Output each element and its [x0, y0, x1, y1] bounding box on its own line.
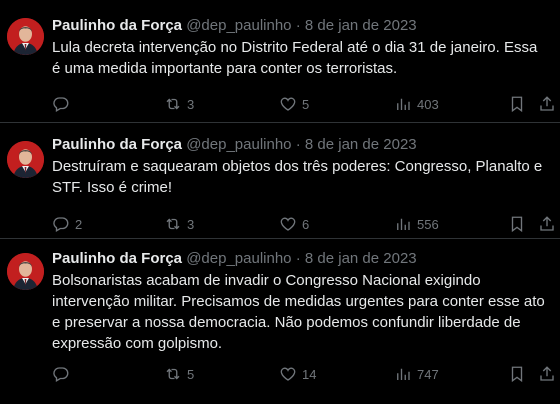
reply-button[interactable]	[52, 94, 75, 114]
tweet-date[interactable]: 8 de jan de 2023	[305, 136, 417, 153]
views-icon	[397, 218, 410, 230]
author-name[interactable]: Paulinho da Força	[52, 136, 182, 153]
like-count: 5	[302, 96, 310, 112]
like-button[interactable]: 6	[279, 214, 309, 234]
views-icon	[397, 98, 410, 110]
share-icon	[540, 216, 554, 231]
reply-icon	[53, 217, 69, 232]
tweet[interactable]: Paulinho da Força @dep_paulinho · 8 de j…	[0, 239, 560, 404]
avatar[interactable]	[7, 253, 44, 290]
tweet-text: Bolsonaristas acabam de invadir o Congre…	[52, 272, 545, 352]
tweet-body: Paulinho da Força @dep_paulinho · 8 de j…	[52, 135, 552, 198]
tweet-text: Destruíram e saquearam objetos dos três …	[52, 158, 543, 196]
bookmark-button[interactable]	[508, 94, 526, 114]
tweet-date[interactable]: 8 de jan de 2023	[305, 250, 417, 267]
bookmark-icon	[511, 96, 523, 113]
tweet-header: Paulinho da Força @dep_paulinho · 8 de j…	[52, 249, 552, 269]
views-button[interactable]: 403	[394, 94, 439, 114]
retweet-count: 3	[187, 96, 195, 112]
like-button[interactable]: 14	[279, 364, 316, 384]
header-separator: ·	[295, 17, 301, 34]
heart-icon	[280, 367, 296, 381]
tweet[interactable]: Paulinho da Força @dep_paulinho · 8 de j…	[0, 123, 560, 239]
retweet-icon	[166, 98, 180, 110]
reply-button[interactable]	[52, 364, 75, 384]
heart-icon	[280, 97, 296, 111]
reply-button[interactable]: 2	[52, 214, 82, 234]
share-icon	[540, 96, 554, 111]
tweet-actions: 3 5 403	[52, 94, 554, 114]
share-button[interactable]	[538, 214, 556, 234]
views-count: 403	[417, 96, 439, 112]
retweet-button[interactable]: 3	[164, 214, 194, 234]
tweet[interactable]: Paulinho da Força @dep_paulinho · 8 de j…	[0, 0, 560, 123]
share-icon	[540, 366, 554, 381]
author-handle[interactable]: @dep_paulinho	[186, 250, 291, 267]
tweet-feed: Paulinho da Força @dep_paulinho · 8 de j…	[0, 0, 560, 404]
retweet-icon	[166, 368, 180, 380]
bookmark-icon	[511, 216, 523, 233]
tweet-date[interactable]: 8 de jan de 2023	[305, 17, 417, 34]
author-handle[interactable]: @dep_paulinho	[186, 17, 291, 34]
author-name[interactable]: Paulinho da Força	[52, 17, 182, 34]
tweet-actions: 2 3 6 556	[52, 214, 554, 234]
tweet-header: Paulinho da Força @dep_paulinho · 8 de j…	[52, 16, 552, 36]
reply-count: 2	[75, 216, 83, 232]
tweet-actions: 5 14 747	[52, 364, 554, 384]
header-separator: ·	[295, 250, 301, 267]
views-button[interactable]: 556	[394, 214, 439, 234]
views-count: 556	[417, 216, 439, 232]
retweet-icon	[166, 218, 180, 230]
like-count: 14	[302, 366, 317, 382]
bookmark-icon	[511, 366, 523, 383]
retweet-button[interactable]: 5	[164, 364, 194, 384]
reply-icon	[53, 367, 69, 382]
views-icon	[397, 368, 410, 380]
tweet-text: Lula decreta intervenção no Distrito Fed…	[52, 39, 538, 77]
author-handle[interactable]: @dep_paulinho	[186, 136, 291, 153]
like-count: 6	[302, 216, 310, 232]
bookmark-button[interactable]	[508, 364, 526, 384]
share-button[interactable]	[538, 94, 556, 114]
share-button[interactable]	[538, 364, 556, 384]
avatar[interactable]	[7, 141, 44, 178]
tweet-header: Paulinho da Força @dep_paulinho · 8 de j…	[52, 135, 552, 155]
retweet-count: 3	[187, 216, 195, 232]
tweet-body: Paulinho da Força @dep_paulinho · 8 de j…	[52, 16, 552, 79]
tweet-body: Paulinho da Força @dep_paulinho · 8 de j…	[52, 249, 552, 354]
views-count: 747	[417, 366, 439, 382]
reply-icon	[53, 97, 69, 112]
views-button[interactable]: 747	[394, 364, 439, 384]
like-button[interactable]: 5	[279, 94, 309, 114]
bookmark-button[interactable]	[508, 214, 526, 234]
header-separator: ·	[295, 136, 301, 153]
avatar[interactable]	[7, 18, 44, 55]
author-name[interactable]: Paulinho da Força	[52, 250, 182, 267]
retweet-button[interactable]: 3	[164, 94, 194, 114]
retweet-count: 5	[187, 366, 195, 382]
heart-icon	[280, 217, 296, 231]
